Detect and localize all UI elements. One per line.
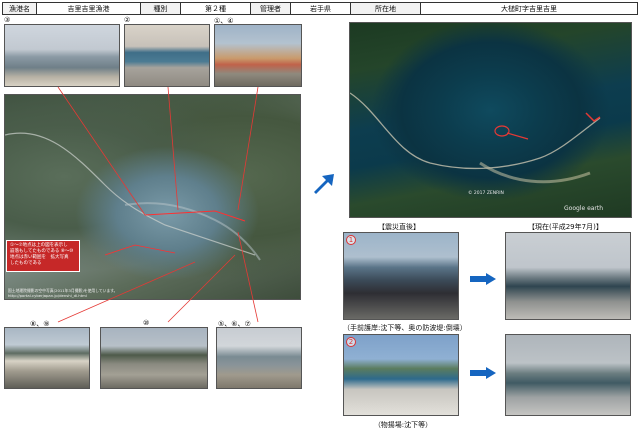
photo-8-9 (4, 327, 90, 389)
google-earth-logo: Google earth (564, 205, 604, 212)
marker-2: 2 (346, 337, 356, 347)
caption-yard: （物揚場:沈下等） (373, 421, 433, 429)
port-value: 吉里吉里漁港 (37, 3, 141, 14)
caption-after-quake: 【震災直後】 (378, 223, 420, 231)
class-label: 種別 (141, 3, 181, 14)
photo-2-present (505, 334, 631, 416)
arrow-right-icon (470, 273, 496, 285)
photo-3-label: ③ (4, 16, 11, 24)
photo-10-label: ⑩ (143, 319, 150, 327)
photo-2-after-quake (343, 334, 459, 416)
manager-label: 管理者 (251, 3, 291, 14)
caption-seawall: （手前護岸:沈下等、奥の防波堤:倒壊） (343, 324, 467, 332)
aerial-note: ①～⑦地点は上の図を表示し 崩落もしてたものである ⑧～⑩地点は赤い範囲を 拡大… (6, 240, 87, 272)
photo-2 (124, 24, 210, 87)
photo-2-label: ② (124, 16, 131, 24)
photo-1-4 (214, 24, 302, 87)
marker-1: 1 (346, 235, 356, 245)
satellite-overlay (350, 92, 601, 184)
caption-present: 【現在(平成29年7月)】 (528, 223, 603, 231)
satellite-image: Google earth © 2017 ZENRIN (349, 22, 632, 218)
photo-5-7 (216, 327, 302, 389)
info-table: 漁港名 吉里吉里漁港 種別 第２種 管理者 岩手県 所在地 大槌町字吉里吉里 (2, 2, 638, 15)
photo-1-present (505, 232, 631, 320)
photo-10 (100, 327, 208, 389)
location-label: 所在地 (351, 3, 421, 14)
port-label: 漁港名 (3, 3, 37, 14)
photo-3 (4, 24, 120, 87)
photo-1-after-quake (343, 232, 459, 320)
aerial-credit: 国土地理院撮影の空中写真(2011年3月撮影)を使用しています。 http://… (8, 288, 118, 298)
blue-diagonal-arrow-icon (314, 174, 334, 194)
class-value: 第２種 (181, 3, 251, 14)
satellite-copyright: © 2017 ZENRIN (468, 191, 504, 196)
manager-value: 岩手県 (291, 3, 351, 14)
location-value: 大槌町字吉里吉里 (501, 4, 557, 13)
arrow-right-icon (470, 367, 496, 379)
